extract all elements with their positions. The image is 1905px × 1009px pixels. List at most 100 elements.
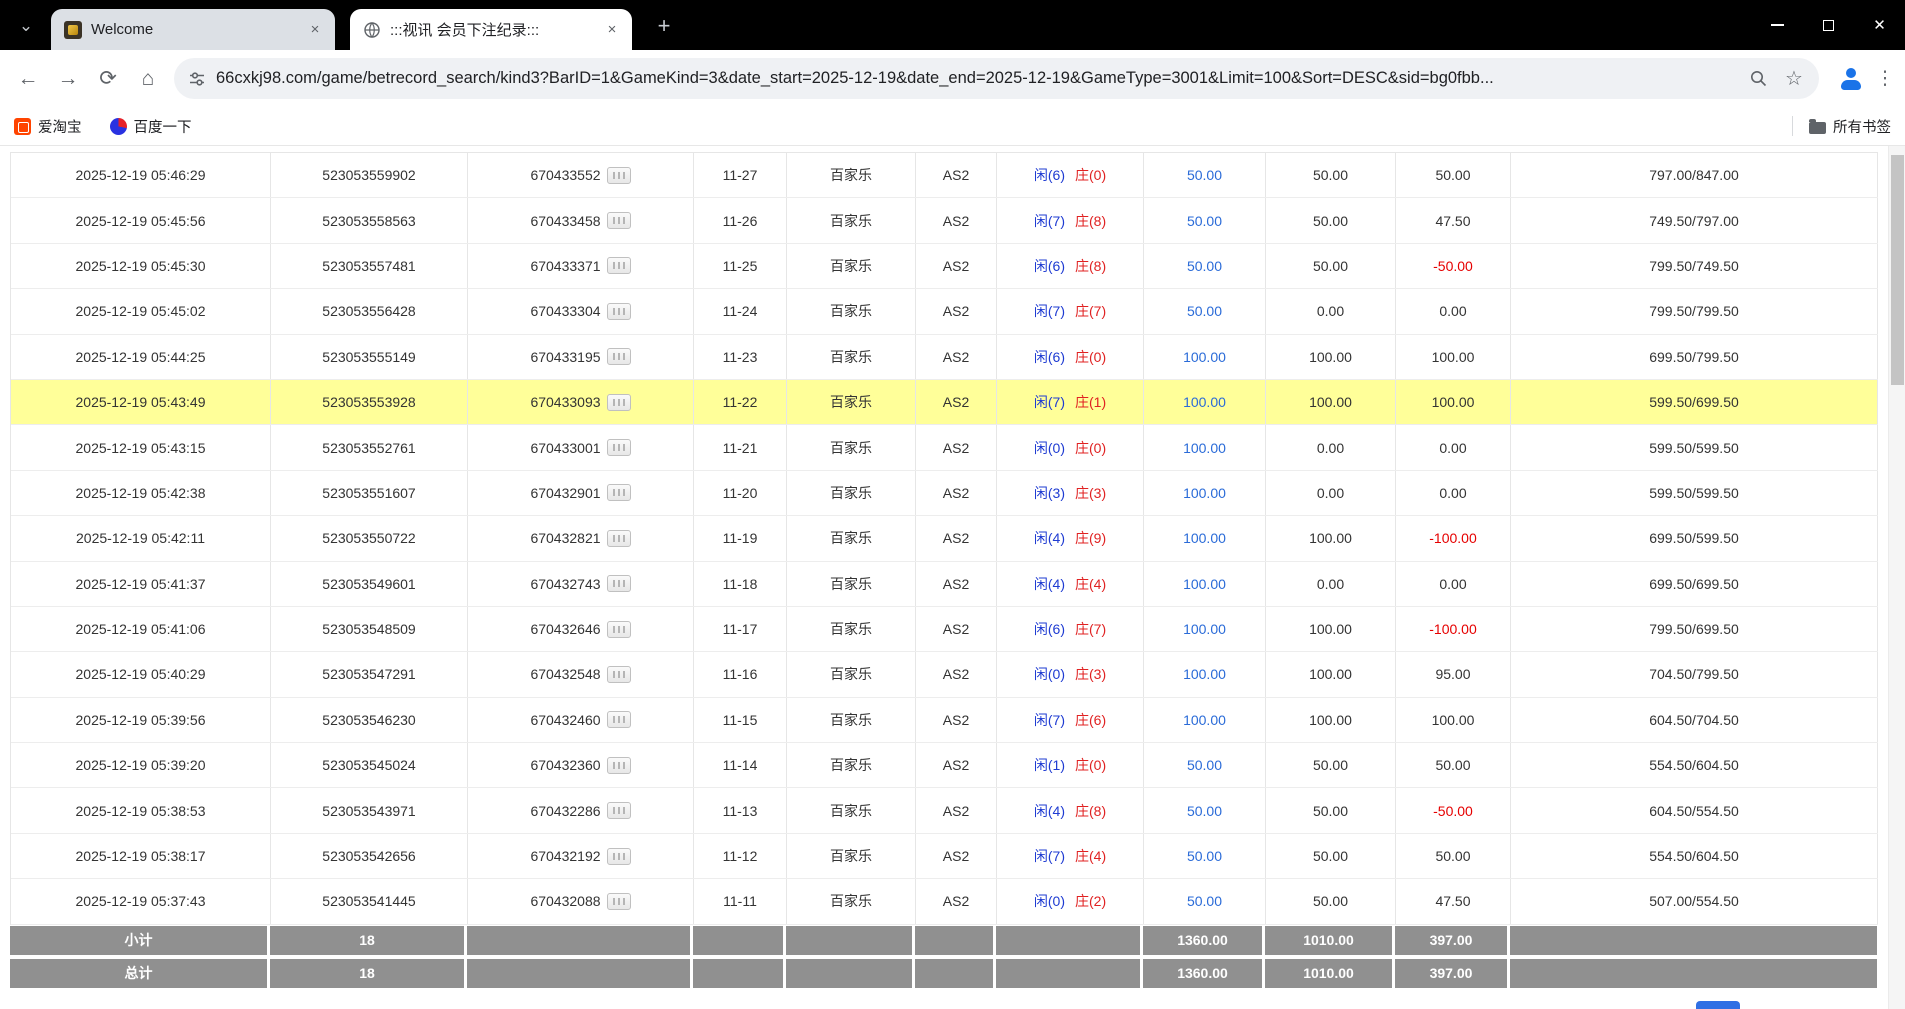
new-tab-button[interactable]: + xyxy=(650,12,678,40)
bet-amount-link[interactable]: 100.00 xyxy=(1144,425,1266,469)
player-result: 闲(0) xyxy=(1034,891,1065,911)
replay-icon[interactable] xyxy=(607,212,631,229)
bet-record-row: 2025-12-19 05:42:11 523053550722 6704328… xyxy=(11,516,1878,561)
replay-icon[interactable] xyxy=(607,575,631,592)
bet-amount-link[interactable]: 100.00 xyxy=(1144,516,1266,560)
game-number: 670432088 xyxy=(530,893,600,909)
address-bar[interactable]: 66cxkj98.com/game/betrecord_search/kind3… xyxy=(174,58,1819,99)
tab-betrecord[interactable]: :::视讯 会员下注纪录::: × xyxy=(350,9,632,50)
player-result: 闲(4) xyxy=(1034,528,1065,548)
zoom-icon[interactable] xyxy=(1745,66,1771,92)
player-result: 闲(1) xyxy=(1034,755,1065,775)
bet-time: 2025-12-19 05:38:53 xyxy=(11,788,271,832)
table-code: AS2 xyxy=(916,425,997,469)
bet-id: 523053542656 xyxy=(271,834,468,878)
bookmark-aitaobao[interactable]: 爱淘宝 xyxy=(14,116,82,137)
replay-icon[interactable] xyxy=(607,621,631,638)
bookmarks-separator xyxy=(1792,116,1793,136)
scrollbar-thumb[interactable] xyxy=(1891,155,1904,385)
bet-amount-link[interactable]: 50.00 xyxy=(1144,879,1266,923)
bet-amount-link[interactable]: 100.00 xyxy=(1144,607,1266,651)
menu-dots-icon[interactable]: ⋮ xyxy=(1873,65,1897,93)
replay-icon[interactable] xyxy=(607,257,631,274)
game-result: 闲(6) 庄(8) xyxy=(997,244,1144,288)
player-result: 闲(6) xyxy=(1034,347,1065,367)
vertical-scrollbar[interactable] xyxy=(1888,146,1905,1009)
round-number: 11-17 xyxy=(694,607,787,651)
bookmark-baidu[interactable]: 百度一下 xyxy=(110,116,192,137)
tab-close-icon[interactable]: × xyxy=(602,20,622,40)
bet-amount-link[interactable]: 50.00 xyxy=(1144,743,1266,787)
replay-icon[interactable] xyxy=(607,530,631,547)
bet-time: 2025-12-19 05:39:56 xyxy=(11,698,271,742)
back-button[interactable]: ← xyxy=(8,59,48,99)
site-info-icon[interactable] xyxy=(186,68,208,90)
game-result: 闲(4) 庄(4) xyxy=(997,562,1144,606)
player-result: 闲(0) xyxy=(1034,438,1065,458)
bet-id: 523053547291 xyxy=(271,652,468,696)
bet-amount-link[interactable]: 100.00 xyxy=(1144,471,1266,515)
game-type: 百家乐 xyxy=(787,335,916,379)
all-bookmarks-button[interactable]: 所有书签 xyxy=(1809,116,1891,137)
window-controls: ✕ xyxy=(1752,0,1905,50)
replay-icon[interactable] xyxy=(607,303,631,320)
bet-time: 2025-12-19 05:45:02 xyxy=(11,289,271,333)
table-body: 2025-12-19 05:46:29 523053559902 6704335… xyxy=(10,152,1878,925)
tab-search-chevron-icon[interactable]: ⌄ xyxy=(12,12,40,40)
reload-button[interactable]: ⟳ xyxy=(88,59,128,99)
replay-icon[interactable] xyxy=(607,848,631,865)
win-loss: 100.00 xyxy=(1396,698,1511,742)
table-code: AS2 xyxy=(916,198,997,242)
minimize-button[interactable] xyxy=(1752,0,1803,50)
bet-amount-link[interactable]: 100.00 xyxy=(1144,562,1266,606)
bet-amount-link[interactable]: 50.00 xyxy=(1144,834,1266,878)
bet-amount-link[interactable]: 50.00 xyxy=(1144,289,1266,333)
balance: 799.50/699.50 xyxy=(1511,607,1878,651)
replay-icon[interactable] xyxy=(607,439,631,456)
tab-title: :::视讯 会员下注纪录::: xyxy=(390,19,602,40)
game-result: 闲(0) 庄(3) xyxy=(997,652,1144,696)
floating-widget[interactable] xyxy=(1696,1001,1740,1009)
banker-result: 庄(3) xyxy=(1075,483,1106,503)
bet-amount-link[interactable]: 100.00 xyxy=(1144,698,1266,742)
profile-avatar[interactable] xyxy=(1837,65,1865,93)
bet-amount-link[interactable]: 50.00 xyxy=(1144,788,1266,832)
win-loss: 0.00 xyxy=(1396,425,1511,469)
replay-icon[interactable] xyxy=(607,711,631,728)
bet-amount-link[interactable]: 100.00 xyxy=(1144,652,1266,696)
replay-icon[interactable] xyxy=(607,666,631,683)
replay-icon[interactable] xyxy=(607,167,631,184)
summary-empty-cell xyxy=(1510,959,1877,988)
bet-record-row: 2025-12-19 05:38:17 523053542656 6704321… xyxy=(11,834,1878,879)
close-button[interactable]: ✕ xyxy=(1854,0,1905,50)
replay-icon[interactable] xyxy=(607,757,631,774)
bet-time: 2025-12-19 05:44:25 xyxy=(11,335,271,379)
replay-icon[interactable] xyxy=(607,484,631,501)
game-number: 670433001 xyxy=(530,440,600,456)
bet-id: 523053546230 xyxy=(271,698,468,742)
table-code: AS2 xyxy=(916,607,997,651)
bookmark-star-icon[interactable]: ☆ xyxy=(1781,66,1807,92)
url-text: 66cxkj98.com/game/betrecord_search/kind3… xyxy=(216,69,1735,88)
valid-amount: 50.00 xyxy=(1266,788,1396,832)
game-number-cell: 670432821 xyxy=(468,516,694,560)
forward-button[interactable]: → xyxy=(48,59,88,99)
total-label: 总计 xyxy=(10,959,270,988)
replay-icon[interactable] xyxy=(607,802,631,819)
replay-icon[interactable] xyxy=(607,394,631,411)
bet-amount-link[interactable]: 50.00 xyxy=(1144,198,1266,242)
tab-welcome[interactable]: Welcome × xyxy=(51,9,335,50)
bet-amount-link[interactable]: 100.00 xyxy=(1144,335,1266,379)
maximize-button[interactable] xyxy=(1803,0,1854,50)
tab-close-icon[interactable]: × xyxy=(305,20,325,40)
bet-amount-link[interactable]: 50.00 xyxy=(1144,153,1266,197)
bet-record-row: 2025-12-19 05:44:25 523053555149 6704331… xyxy=(11,335,1878,380)
browser-toolbar: ← → ⟳ ⌂ 66cxkj98.com/game/betrecord_sear… xyxy=(0,50,1905,107)
replay-icon[interactable] xyxy=(607,348,631,365)
replay-icon[interactable] xyxy=(607,893,631,910)
bet-amount-link[interactable]: 50.00 xyxy=(1144,244,1266,288)
home-button[interactable]: ⌂ xyxy=(128,59,168,99)
bet-record-row: 2025-12-19 05:37:43 523053541445 6704320… xyxy=(11,879,1878,924)
banker-result: 庄(0) xyxy=(1075,165,1106,185)
bet-amount-link[interactable]: 100.00 xyxy=(1144,380,1266,424)
